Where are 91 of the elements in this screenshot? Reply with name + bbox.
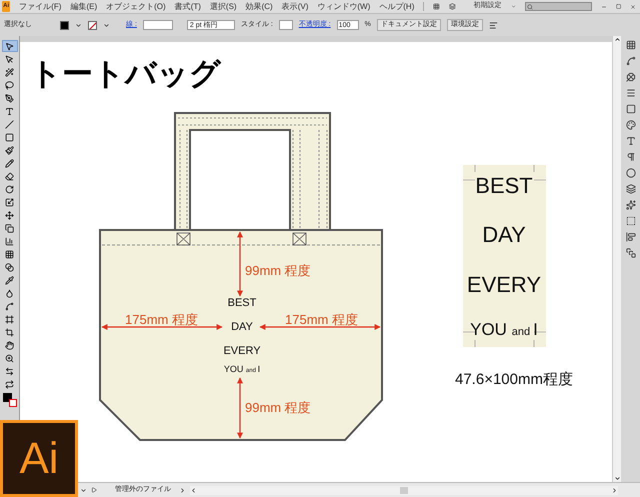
spline-icon[interactable] (626, 56, 636, 66)
scroll-left-icon[interactable] (190, 486, 197, 494)
zoom-dropdown-icon[interactable] (80, 486, 87, 494)
menu-item[interactable]: 表示(V) (282, 0, 308, 12)
zoom-icon (5, 354, 14, 362)
eraser-icon (5, 172, 14, 180)
layers-icon[interactable] (626, 184, 636, 194)
scroll-down-icon[interactable] (614, 475, 620, 482)
type-icon[interactable] (626, 136, 636, 146)
next-artboard-icon[interactable] (91, 487, 97, 493)
label-text: YOU and I (470, 320, 538, 339)
arrow-icon (5, 42, 14, 50)
scrollbar-thumb[interactable] (400, 486, 408, 494)
dimension-label: 175mm 程度 (285, 312, 358, 327)
vertical-scrollbar[interactable] (612, 36, 621, 482)
menu-item[interactable]: 編集(E) (70, 0, 98, 12)
arrange-icon[interactable] (448, 2, 456, 11)
dimension-label: 99mm 程度 (245, 263, 311, 278)
pilcrow-icon[interactable] (626, 152, 636, 162)
pencil-icon (5, 158, 14, 168)
status-menu-icon[interactable] (179, 486, 186, 494)
vertical-dimension-arrow (237, 377, 243, 439)
lasso-icon (5, 80, 14, 90)
dropdown-icon[interactable] (75, 22, 82, 28)
brush-icon (5, 146, 14, 154)
menu-item[interactable]: 書式(T) (174, 0, 201, 12)
wand-icon (5, 68, 14, 76)
sparkle-icon[interactable] (626, 200, 636, 210)
scroll-right-icon[interactable] (611, 486, 618, 494)
tool-button[interactable] (2, 40, 18, 52)
fill-swatch[interactable] (60, 20, 69, 30)
scale-icon (5, 198, 14, 206)
menu-item[interactable]: 選択(S) (210, 0, 237, 12)
horizontal-scrollbar[interactable] (190, 486, 618, 494)
grid-icon[interactable] (626, 40, 636, 50)
pen-icon (5, 94, 14, 102)
arrow-icon (5, 54, 14, 64)
palette-icon[interactable] (626, 120, 636, 130)
type-icon (5, 106, 14, 116)
dashed-square-icon[interactable] (626, 216, 636, 226)
label-size-caption: 47.6×100mm程度 (455, 371, 573, 388)
close-icon[interactable] (630, 2, 636, 10)
dimension-label: 99mm 程度 (245, 400, 311, 415)
stack-icon[interactable] (626, 248, 636, 258)
style-swatch[interactable] (278, 20, 293, 30)
menu-item[interactable]: ウィンドウ(W) (317, 0, 370, 12)
eyedropper-icon (5, 276, 14, 284)
search-icon (526, 4, 533, 10)
app-splash-logo: Ai (0, 420, 78, 497)
gradient-icon (5, 262, 14, 272)
square-icon[interactable] (626, 104, 636, 114)
rectangle-icon (5, 132, 14, 142)
align-icon[interactable] (626, 232, 636, 242)
frame-icon (5, 314, 14, 324)
droplet-icon (5, 288, 14, 298)
spline-icon (5, 302, 14, 310)
stroke-none-swatch[interactable] (88, 20, 97, 30)
maximize-icon[interactable] (616, 3, 621, 10)
dropdown-icon[interactable] (103, 22, 110, 28)
line-icon (5, 120, 14, 128)
print-text: DAY (231, 321, 253, 333)
grid-icon (5, 250, 14, 258)
menu-item[interactable]: ヘルプ(H) (379, 0, 414, 12)
menu-item[interactable]: ファイル(F) (19, 0, 62, 12)
bar-chart-icon (5, 236, 14, 246)
crop-icon (5, 328, 14, 336)
swap-icon (5, 366, 14, 376)
lines-icon[interactable] (626, 88, 636, 98)
pages-icon (5, 224, 14, 232)
artboard-title: トートバッグ (30, 56, 221, 92)
menu-item[interactable]: 効果(C) (246, 0, 273, 12)
rotate-icon (5, 184, 14, 194)
vertical-dimension-arrow (237, 231, 243, 297)
panel-menu-icon[interactable] (488, 20, 498, 30)
circle-icon[interactable] (626, 168, 636, 178)
label-text: DAY (482, 222, 526, 247)
bridge-icon[interactable] (433, 2, 440, 11)
dimension-label: 175mm 程度 (125, 312, 198, 327)
print-text: EVERY (223, 345, 261, 357)
label-text: EVERY (466, 272, 542, 297)
label-text: BEST (475, 173, 533, 198)
hand-icon (5, 340, 14, 350)
print-text: BEST (228, 297, 256, 309)
move-icon (5, 210, 14, 220)
clover-icon[interactable] (626, 72, 636, 82)
scroll-up-icon[interactable] (614, 36, 620, 43)
search-field[interactable] (524, 2, 592, 11)
stroke-weight-field[interactable] (142, 20, 173, 30)
cycle-icon (5, 380, 14, 388)
menu-item[interactable]: オブジェクト(O) (106, 0, 166, 12)
fill-stroke-swatches[interactable] (2, 393, 16, 407)
